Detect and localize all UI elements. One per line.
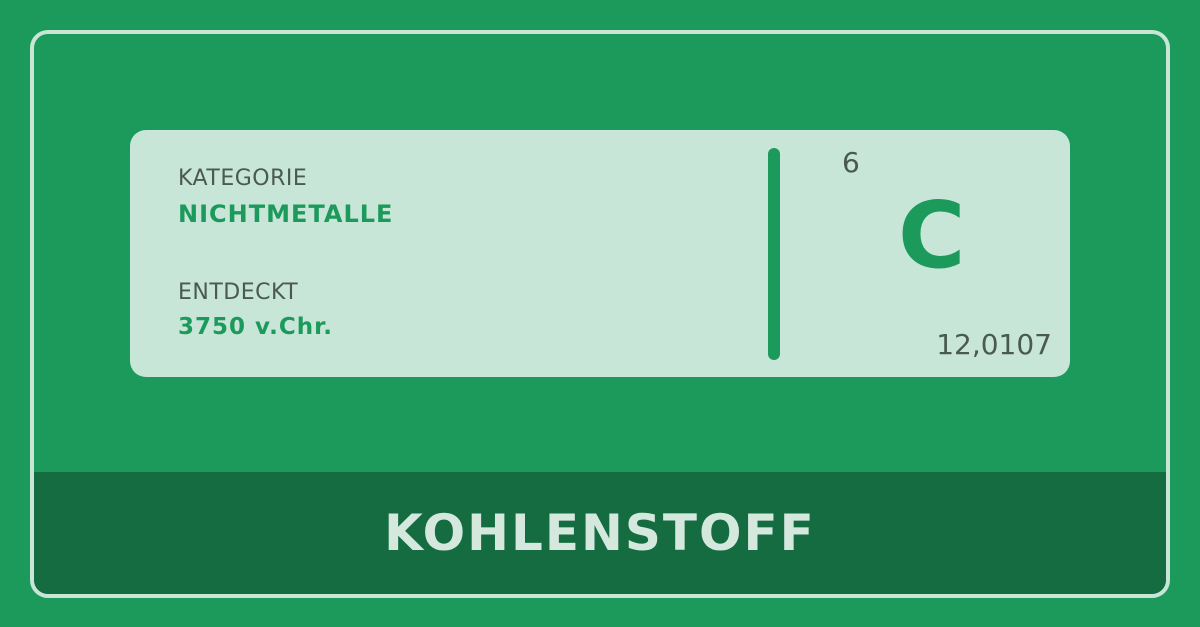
element-card: KATEGORIE NICHTMETALLE ENTDECKT 3750 v.C… xyxy=(130,130,1070,377)
atomic-mass: 12,0107 xyxy=(936,328,1052,361)
element-symbol: C xyxy=(898,182,966,289)
element-name: KOHLENSTOFF xyxy=(384,504,816,562)
discovered-label: ENTDECKT xyxy=(178,280,299,305)
category-value: NICHTMETALLE xyxy=(178,200,394,228)
discovered-value: 3750 v.Chr. xyxy=(178,314,333,340)
category-label: KATEGORIE xyxy=(178,166,308,191)
element-frame: KATEGORIE NICHTMETALLE ENTDECKT 3750 v.C… xyxy=(30,30,1170,598)
atomic-number: 6 xyxy=(842,146,860,179)
divider xyxy=(768,148,780,360)
name-banner: KOHLENSTOFF xyxy=(34,472,1166,594)
